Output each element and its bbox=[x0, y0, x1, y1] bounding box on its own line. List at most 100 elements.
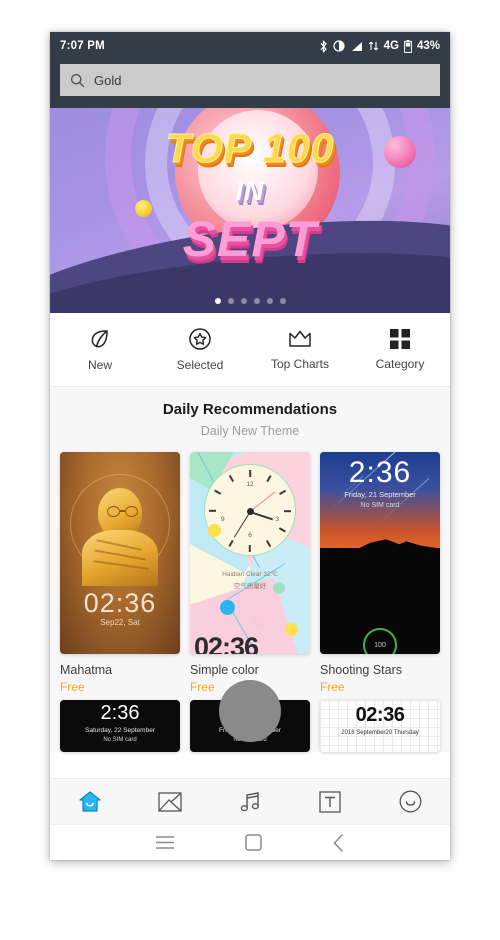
theme-card[interactable]: 02:36 2018 September20 Thursday bbox=[320, 700, 440, 752]
star-circle-icon bbox=[188, 327, 212, 351]
clock-number-3: 3 bbox=[275, 516, 279, 523]
phone-frame: 7:07 PM 4G 43% Gold TOP 100 IN SEPT New … bbox=[50, 32, 450, 860]
banner-dot[interactable] bbox=[214, 298, 221, 304]
preview-dot-yellow bbox=[285, 623, 298, 636]
preview-date: Friday, 21 September bbox=[344, 490, 416, 499]
bluetooth-icon bbox=[319, 39, 328, 53]
preview-battery-ring: 100 bbox=[363, 628, 397, 654]
banner-dot[interactable] bbox=[227, 298, 234, 304]
vibrate-icon bbox=[333, 40, 345, 52]
clock-tick bbox=[266, 540, 272, 547]
preview-dot-green bbox=[273, 582, 285, 594]
clock-tick bbox=[249, 470, 251, 477]
banner-line-2: IN bbox=[235, 176, 265, 206]
clock-tick bbox=[279, 489, 286, 495]
clock-tick bbox=[214, 489, 221, 495]
banner-line-1: TOP 100 bbox=[165, 125, 335, 171]
theme-card-row-partial: 2:36 Saturday, 22 September No SIM card … bbox=[50, 680, 450, 752]
clock-tick bbox=[228, 475, 234, 482]
section-subtitle: Daily New Theme bbox=[200, 424, 300, 438]
preview-clock: 02:36 bbox=[83, 588, 157, 618]
text-font-icon bbox=[319, 790, 341, 813]
preview-weather: Haidian Clear 32℃ bbox=[222, 571, 278, 578]
tab-emoji[interactable] bbox=[370, 790, 450, 813]
battery-icon bbox=[404, 39, 412, 53]
clock-number-12: 12 bbox=[246, 481, 254, 488]
clock-number-6: 6 bbox=[248, 532, 252, 539]
theme-card[interactable]: 02:36 Sep22, Sat Mahatma Free bbox=[60, 452, 180, 694]
preview-sim-status: No SIM card bbox=[103, 737, 137, 743]
home-icon bbox=[78, 790, 102, 813]
promo-banner[interactable]: TOP 100 IN SEPT bbox=[50, 108, 450, 313]
search-icon bbox=[70, 73, 85, 88]
preview-date: 2018 September20 Thursday bbox=[341, 730, 419, 736]
battery-percent: 43% bbox=[416, 40, 440, 52]
smiley-icon bbox=[399, 790, 422, 813]
search-header: Gold bbox=[50, 60, 450, 108]
category-nav: New Selected Top Charts Category bbox=[50, 313, 450, 387]
nav-label-selected: Selected bbox=[176, 358, 224, 372]
theme-preview-shooting-stars[interactable]: 2:36 Friday, 21 September No SIM card 10… bbox=[320, 452, 440, 654]
clock-tick bbox=[284, 510, 291, 512]
banner-dot[interactable] bbox=[240, 298, 247, 304]
crown-icon bbox=[287, 328, 313, 350]
menu-icon[interactable] bbox=[155, 835, 175, 850]
tab-wallpaper[interactable] bbox=[130, 791, 210, 812]
music-note-icon bbox=[238, 790, 262, 814]
theme-name: Simple color bbox=[190, 663, 259, 677]
theme-card[interactable]: 2:36 Friday, 28 September No SIM card bbox=[190, 680, 310, 752]
grid-icon bbox=[389, 328, 411, 350]
nav-item-category[interactable]: Category bbox=[350, 328, 450, 371]
banner-dot[interactable] bbox=[279, 298, 286, 304]
clock-tick bbox=[209, 510, 216, 512]
theme-preview-partial[interactable]: 2:36 Saturday, 22 September No SIM card bbox=[60, 700, 180, 752]
nav-item-new[interactable]: New bbox=[50, 327, 150, 372]
theme-preview-partial[interactable]: 02:36 2018 September20 Thursday bbox=[320, 700, 440, 752]
preview-dot-yellow bbox=[208, 524, 221, 537]
nav-item-top-charts[interactable]: Top Charts bbox=[250, 328, 350, 371]
preview-date: Sep22, Sat bbox=[100, 618, 140, 627]
clock-second-hand bbox=[249, 491, 276, 512]
preview-dot-pink bbox=[252, 615, 265, 628]
back-chevron-icon[interactable] bbox=[332, 833, 345, 852]
status-time: 7:07 PM bbox=[60, 40, 105, 52]
clock-tick bbox=[228, 540, 234, 547]
theme-price: Free bbox=[320, 680, 345, 694]
banner-dot[interactable] bbox=[253, 298, 260, 304]
signal-icon bbox=[350, 41, 363, 52]
home-square-icon[interactable] bbox=[245, 834, 262, 851]
theme-name: Mahatma bbox=[60, 663, 113, 677]
android-navigation-bar bbox=[50, 824, 450, 860]
preview-analog-clock: 12 3 6 9 bbox=[204, 464, 296, 556]
theme-name: Shooting Stars bbox=[320, 663, 402, 677]
theme-preview-mahatma[interactable]: 02:36 Sep22, Sat bbox=[60, 452, 180, 654]
preview-sim-status: No SIM card bbox=[360, 502, 400, 509]
theme-card[interactable]: 12 3 6 9 Haidian Clear 32℃ 空气质量好 02:36 S… bbox=[190, 452, 310, 694]
theme-preview-simple-color[interactable]: 12 3 6 9 Haidian Clear 32℃ 空气质量好 02:36 bbox=[190, 452, 310, 654]
clock-center-pin bbox=[246, 507, 254, 515]
nav-item-selected[interactable]: Selected bbox=[150, 327, 250, 372]
data-transfer-icon bbox=[368, 40, 379, 52]
tab-text[interactable] bbox=[290, 790, 370, 813]
loading-placeholder-circle bbox=[219, 680, 281, 742]
banner-dot[interactable] bbox=[266, 298, 273, 304]
nav-label-new: New bbox=[87, 358, 112, 372]
preview-clock: 02:36 bbox=[194, 632, 259, 654]
preview-dot-blue bbox=[220, 600, 235, 615]
nav-label-category: Category bbox=[375, 357, 425, 371]
theme-price: Free bbox=[60, 680, 85, 694]
search-input[interactable]: Gold bbox=[60, 64, 440, 96]
status-icons: 4G 43% bbox=[319, 39, 440, 53]
status-bar: 7:07 PM 4G 43% bbox=[50, 32, 450, 60]
preview-clock: 2:36 bbox=[100, 702, 140, 724]
theme-card[interactable]: 2:36 Friday, 21 September No SIM card 10… bbox=[320, 452, 440, 694]
leaf-icon bbox=[88, 327, 112, 351]
banner-line-3: SEPT bbox=[182, 211, 318, 267]
tab-music[interactable] bbox=[210, 790, 290, 814]
banner-pagination[interactable] bbox=[50, 298, 450, 304]
tab-home[interactable] bbox=[50, 790, 130, 813]
network-label: 4G bbox=[383, 40, 399, 52]
theme-card[interactable]: 2:36 Saturday, 22 September No SIM card bbox=[60, 700, 180, 752]
clock-tick bbox=[249, 545, 251, 552]
clock-tick bbox=[266, 475, 272, 482]
